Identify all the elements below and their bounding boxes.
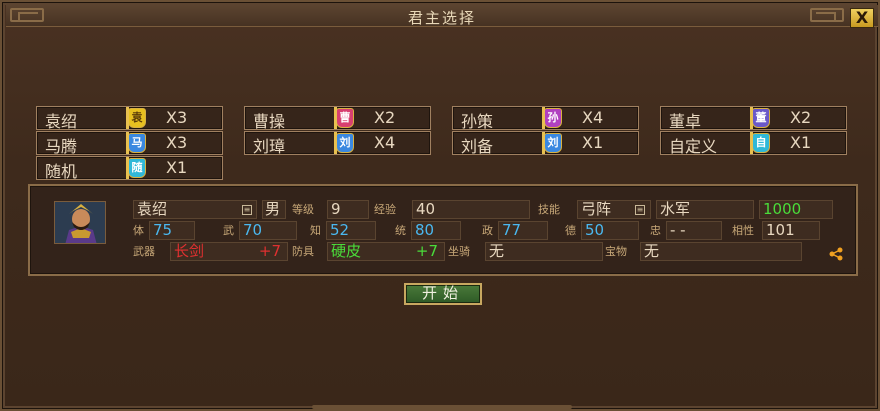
stat-label: 体 (133, 224, 144, 237)
weapon-field[interactable]: 长剑 +7 (170, 242, 288, 261)
lord-name: 自定义 (669, 137, 718, 156)
faction-flag-icon: 刘 (334, 132, 356, 154)
lord-card[interactable]: 马腾 马 X3 (36, 131, 223, 156)
window-title: 君主选择 (407, 9, 476, 27)
faction-flag-label: 董 (752, 108, 770, 128)
skill-label: 技能 (538, 203, 560, 216)
close-icon[interactable]: X (850, 8, 874, 28)
lord-count: X1 (790, 133, 812, 152)
faction-flag-icon: 随 (126, 157, 148, 179)
lord-card[interactable]: 曹操 曹 X2 (244, 106, 431, 131)
stat-label: 武 (223, 224, 234, 237)
mount-field[interactable]: 无 (485, 242, 603, 261)
lord-count: X2 (790, 108, 812, 127)
lord-count: X3 (166, 133, 188, 152)
faction-flag-label: 孙 (544, 108, 562, 128)
skill-field[interactable]: 弓阵 ≡ (577, 200, 651, 219)
stat-label: 相性 (732, 224, 754, 237)
lord-card[interactable]: 刘备 刘 X1 (452, 131, 639, 156)
lord-name: 曹操 (253, 112, 286, 131)
start-button[interactable]: 开始 (404, 283, 482, 305)
general-name: 袁绍 (137, 200, 168, 218)
stat-value: - - (666, 221, 722, 240)
stat-value: 75 (149, 221, 195, 240)
faction-flag-icon: 董 (750, 107, 772, 129)
lord-count: X4 (582, 108, 604, 127)
armor-field[interactable]: 硬皮 +7 (327, 242, 445, 261)
faction-flag-icon: 孙 (542, 107, 564, 129)
lord-count: X1 (582, 133, 604, 152)
armor-bonus: +7 (415, 242, 438, 260)
faction-flag-label: 曹 (336, 108, 354, 128)
lord-count: X2 (374, 108, 396, 127)
stat-label: 德 (565, 224, 576, 237)
lord-name: 孙策 (461, 112, 494, 131)
faction-flag-label: 袁 (128, 108, 146, 128)
stat-value: 52 (326, 221, 376, 240)
exp-label: 经验 (374, 203, 396, 216)
level-field: 9 (327, 200, 369, 219)
lord-name: 随机 (45, 162, 78, 181)
lord-name: 刘备 (461, 137, 494, 156)
weapon-bonus: +7 (258, 242, 281, 260)
lord-count: X1 (166, 158, 188, 177)
faction-flag-icon: 马 (126, 132, 148, 154)
stat-label: 政 (482, 224, 493, 237)
general-info-panel: 袁绍 ≡ 男 等级 9 经验 40 技能 弓阵 ≡ 水军 1000 体 75 武 70… (28, 184, 858, 276)
mount-label: 坐骑 (448, 245, 470, 258)
general-name-field[interactable]: 袁绍 ≡ (133, 200, 257, 219)
stat-label: 知 (310, 224, 321, 237)
dropdown-icon[interactable]: ≡ (635, 205, 645, 215)
skill-value: 弓阵 (581, 200, 612, 218)
weapon-label: 武器 (133, 245, 155, 258)
lord-count: X3 (166, 108, 188, 127)
lord-card[interactable]: 自定义 自 X1 (660, 131, 847, 156)
dropdown-icon[interactable]: ≡ (242, 205, 252, 215)
treasure-label: 宝物 (605, 245, 627, 258)
lord-select-window: 君主选择 X 袁绍袁 X3 曹操曹 X2 孙策孙 X4 董卓董 X2 马腾马 X3 刘璋刘 X4 刘备刘… (0, 0, 880, 411)
weapon-value: 长剑 (174, 242, 205, 260)
faction-flag-label: 马 (128, 133, 146, 153)
lord-name: 马腾 (45, 137, 78, 156)
lord-card[interactable]: 孙策 孙 X4 (452, 106, 639, 131)
troop-type-field: 水军 (656, 200, 754, 219)
title-bar: 君主选择 X (6, 5, 878, 28)
lord-card[interactable]: 董卓 董 X2 (660, 106, 847, 131)
level-label: 等级 (292, 203, 314, 216)
lord-name: 袁绍 (45, 112, 78, 131)
lord-card[interactable]: 袁绍 袁 X3 (36, 106, 223, 131)
stat-label: 忠 (650, 224, 661, 237)
lord-name: 董卓 (669, 112, 702, 131)
faction-flag-label: 自 (752, 133, 770, 153)
faction-flag-label: 刘 (544, 133, 562, 153)
share-icon[interactable] (828, 246, 844, 262)
stat-value: 80 (411, 221, 461, 240)
faction-flag-icon: 刘 (542, 132, 564, 154)
stat-value: 50 (581, 221, 639, 240)
lord-name: 刘璋 (253, 137, 286, 156)
faction-flag-icon: 自 (750, 132, 772, 154)
lord-count: X4 (374, 133, 396, 152)
armor-label: 防具 (292, 245, 314, 258)
stat-value: 101 (762, 221, 820, 240)
stat-label: 统 (395, 224, 406, 237)
bottom-scrollbar[interactable] (312, 405, 572, 409)
faction-flag-icon: 袁 (126, 107, 148, 129)
faction-flag-icon: 曹 (334, 107, 356, 129)
lord-card[interactable]: 刘璋 刘 X4 (244, 131, 431, 156)
corner-ornament-right (810, 8, 844, 22)
exp-field: 40 (412, 200, 530, 219)
faction-flag-label: 随 (128, 158, 146, 178)
armor-value: 硬皮 (331, 242, 362, 260)
faction-flag-label: 刘 (336, 133, 354, 153)
general-portrait (54, 201, 106, 244)
gender-field: 男 (262, 200, 286, 219)
treasure-field[interactable]: 无 (640, 242, 802, 261)
stat-value: 77 (498, 221, 548, 240)
stat-value: 70 (239, 221, 297, 240)
troop-count-field: 1000 (759, 200, 833, 219)
lord-card[interactable]: 随机 随 X1 (36, 156, 223, 181)
